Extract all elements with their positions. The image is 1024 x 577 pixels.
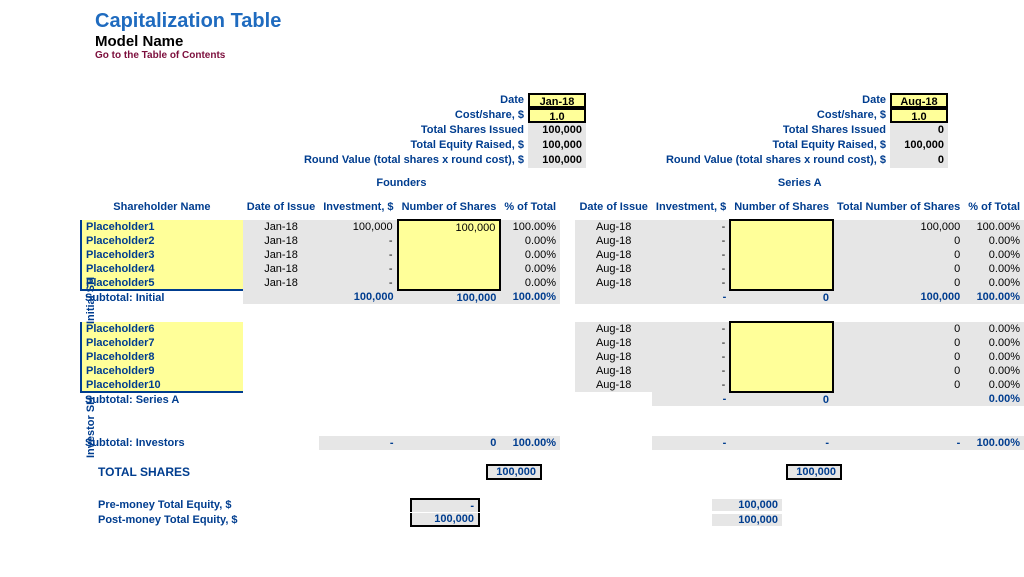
shareholder-name-input[interactable]: Placeholder4 [81,262,243,276]
metric-label: Cost/share, $ [608,108,886,123]
shares-input[interactable] [730,234,833,248]
shares-input[interactable] [398,276,501,290]
shareholder-name-input[interactable]: Placeholder3 [81,248,243,262]
shareholder-name-input[interactable]: Placeholder5 [81,276,243,290]
postmoney-founders: 100,000 [410,513,480,527]
shares-input[interactable] [730,350,833,364]
shares-input[interactable]: 100,000 [398,220,501,234]
shares-input[interactable] [398,262,501,276]
subtotal-initial-row: Subtotal: Initial 100,000 100,000 100.00… [81,290,1024,304]
shares-input[interactable] [398,248,501,262]
investor-sh-label: Investor SH [85,397,97,458]
shareholder-name-input[interactable]: Placeholder10 [81,378,243,392]
table-row: Placeholder3Jan-18-0.00%Aug-18-00.00% [81,248,1024,262]
seriesa-cost-input[interactable]: 1.0 [890,108,948,123]
table-row: Placeholder10Aug-18-00.00% [81,378,1024,392]
shareholder-name-input[interactable]: Placeholder1 [81,220,243,234]
table-row: Placeholder8Aug-18-00.00% [81,350,1024,364]
col-date: Date of Issue [243,192,319,220]
total-shares-founders: 100,000 [486,464,542,480]
model-name: Model Name [95,33,1024,50]
metric-label: Total Shares Issued [608,123,886,138]
col-investment2: Investment, $ [652,192,730,220]
col-pct2: % of Total [964,192,1024,220]
table-row: Placeholder9Aug-18-00.00% [81,364,1024,378]
seriesa-equity-value: 100,000 [890,138,948,153]
metric-label: Date [298,93,524,108]
table-row: Placeholder1Jan-18100,000100,000100.00%A… [81,220,1024,234]
shares-input[interactable] [730,336,833,350]
shareholder-name-input[interactable]: Placeholder6 [81,322,243,336]
shares-input[interactable] [730,262,833,276]
shareholder-name-input[interactable]: Placeholder9 [81,364,243,378]
metric-label: Total Equity Raised, $ [298,138,524,153]
founders-roundval-value: 100,000 [528,153,586,168]
col-investment: Investment, $ [319,192,397,220]
seriesa-shares-value: 0 [890,123,948,138]
seriesa-date-input[interactable]: Aug-18 [890,93,948,108]
premoney-label: Pre-money Total Equity, $ [80,499,410,511]
shareholder-name-input[interactable]: Placeholder7 [81,336,243,350]
premoney-founders: - [410,498,480,512]
col-shares2: Number of Shares [730,192,833,220]
shareholder-name-input[interactable]: Placeholder8 [81,350,243,364]
col-totalshares: Total Number of Shares [833,192,964,220]
founders-date-input[interactable]: Jan-18 [528,93,586,108]
metric-label: Cost/share, $ [298,108,524,123]
shareholder-name-input[interactable]: Placeholder2 [81,234,243,248]
founders-equity-value: 100,000 [528,138,586,153]
metric-label: Total Shares Issued [298,123,524,138]
subtotal-investors-row: Subtotal: Investors - 0 100.00% - - - 10… [81,436,1024,450]
shares-input[interactable] [730,248,833,262]
seriesa-group-header: Series A [575,174,1024,192]
shares-input[interactable] [730,322,833,336]
table-row: Placeholder2Jan-18-0.00%Aug-18-00.00% [81,234,1024,248]
postmoney-label: Post-money Total Equity, $ [80,514,410,526]
cap-table: Founders Series A Shareholder Name Date … [80,174,1024,450]
total-shares-label: TOTAL SHARES [80,465,410,479]
shares-input[interactable] [730,364,833,378]
table-row: Placeholder7Aug-18-00.00% [81,336,1024,350]
shares-input[interactable] [398,234,501,248]
table-row: Placeholder4Jan-18-0.00%Aug-18-00.00% [81,262,1024,276]
shares-input[interactable] [730,276,833,290]
founders-shares-value: 100,000 [528,123,586,138]
shares-input[interactable] [730,220,833,234]
founders-group-header: Founders [243,174,560,192]
toc-link[interactable]: Go to the Table of Contents [95,50,1024,61]
table-row: Placeholder5Jan-18-0.00%Aug-18-00.00% [81,276,1024,290]
col-date2: Date of Issue [575,192,651,220]
shares-input[interactable] [730,378,833,392]
col-pct: % of Total [500,192,560,220]
metric-label: Round Value (total shares x round cost),… [298,153,524,168]
total-shares-seriesa: 100,000 [786,464,842,480]
table-row: Placeholder6Aug-18-00.00% [81,322,1024,336]
premoney-seriesa: 100,000 [712,499,782,511]
metric-label: Total Equity Raised, $ [608,138,886,153]
col-shares: Number of Shares [398,192,501,220]
metric-label: Round Value (total shares x round cost),… [608,153,886,168]
seriesa-roundval-value: 0 [890,153,948,168]
postmoney-seriesa: 100,000 [712,514,782,526]
subtotal-seriesa-row: Subtotal: Series A - 0 0.00% [81,392,1024,406]
initial-sh-label: Initial SH [85,277,97,324]
col-shareholder: Shareholder Name [81,192,243,220]
founders-cost-input[interactable]: 1.0 [528,108,586,123]
page-title: Capitalization Table [95,10,1024,33]
metric-label: Date [608,93,886,108]
